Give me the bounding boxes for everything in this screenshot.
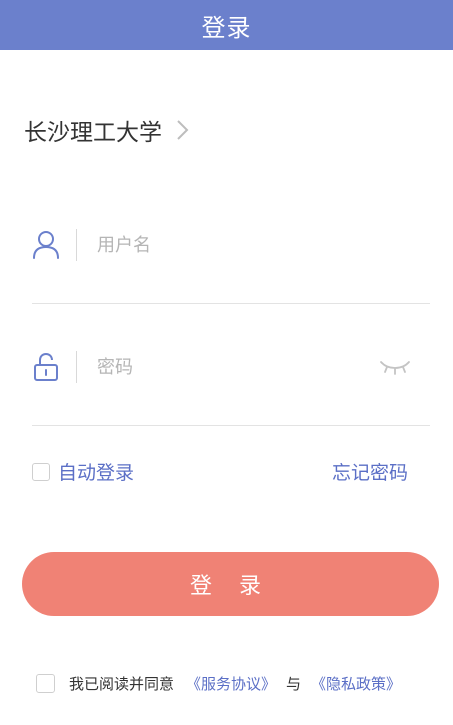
auto-login-label: 自动登录 [58, 462, 135, 484]
field-separator [76, 351, 77, 383]
password-input[interactable] [97, 347, 378, 387]
username-field [32, 215, 430, 275]
privacy-policy-link[interactable]: 《隐私政策》 [311, 673, 401, 694]
school-selector[interactable]: 长沙理工大学 [24, 113, 192, 147]
field-separator [76, 229, 77, 261]
service-agreement-link[interactable]: 《服务协议》 [186, 673, 276, 694]
password-divider [32, 425, 430, 426]
agreement-joiner: 与 [286, 675, 302, 693]
password-field [32, 337, 430, 397]
login-button[interactable]: 登 录 [22, 552, 439, 616]
agreement-row: 我已阅读并同意 《服务协议》 与 《隐私政策》 [36, 673, 401, 694]
user-icon [32, 230, 60, 260]
chevron-right-icon [172, 118, 192, 142]
agreement-checkbox[interactable] [36, 674, 55, 693]
school-name: 长沙理工大学 [24, 120, 162, 146]
lock-icon [32, 352, 60, 382]
app-header: 登录 [0, 0, 453, 50]
agreement-prefix: 我已阅读并同意 [69, 675, 175, 693]
auto-login-checkbox[interactable] [32, 462, 50, 481]
username-divider [32, 303, 430, 304]
forgot-password-link[interactable]: 忘记密码 [332, 458, 408, 485]
username-input[interactable] [97, 225, 430, 265]
auto-login-toggle[interactable]: 自动登录 [32, 458, 134, 485]
page-title: 登录 [201, 13, 252, 42]
eye-closed-icon[interactable] [378, 357, 412, 377]
